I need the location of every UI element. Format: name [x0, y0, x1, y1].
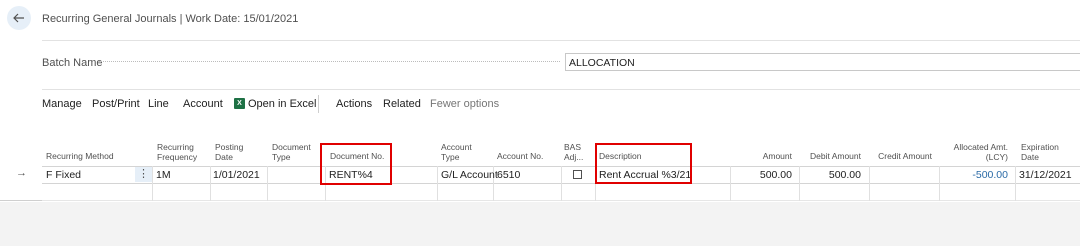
- highlight-box-document-no: [320, 143, 392, 185]
- col-header-line: Allocated Amt.: [953, 142, 1008, 152]
- grid-column-divider: [1015, 166, 1016, 201]
- col-header-allocated-amt[interactable]: Allocated Amt. (LCY): [940, 142, 1008, 162]
- col-header-line: Type: [441, 152, 460, 162]
- grid-column-divider: [561, 166, 562, 201]
- divider: [42, 89, 1080, 90]
- col-header-line: Recurring: [157, 142, 194, 152]
- back-button[interactable]: [7, 6, 31, 30]
- grid-column-divider: [210, 166, 211, 201]
- right-arrow-icon: →: [16, 167, 27, 179]
- col-header-line: Document: [272, 142, 311, 152]
- page-panel: Recurring General Journals | Work Date: …: [0, 0, 1080, 202]
- allocated-amt-cell[interactable]: -500.00: [940, 169, 1008, 181]
- grid-column-divider: [267, 166, 268, 201]
- col-header-expiration-date[interactable]: Expiration Date: [1021, 142, 1059, 162]
- highlight-box-description: [595, 143, 692, 184]
- col-header-line: Account: [441, 142, 472, 152]
- batch-name-label: Batch Name: [42, 57, 103, 69]
- col-header-account-type[interactable]: Account Type: [441, 142, 472, 162]
- grid-column-divider: [437, 166, 438, 201]
- more-options-icon[interactable]: ⋮: [135, 167, 152, 182]
- page-title: Recurring General Journals | Work Date: …: [42, 13, 299, 25]
- toolbar-separator: [318, 95, 319, 113]
- recurring-frequency-cell[interactable]: 1M: [156, 169, 171, 181]
- col-header-line: Date: [1021, 152, 1039, 162]
- col-header-line: Expiration: [1021, 142, 1059, 152]
- col-header-credit-amount[interactable]: Credit Amount: [870, 151, 932, 161]
- back-arrow-icon: [13, 13, 24, 23]
- col-header-recurring-method[interactable]: Recurring Method: [46, 151, 114, 161]
- post-print-menu[interactable]: Post/Print: [92, 98, 140, 110]
- recurring-method-cell[interactable]: F Fixed: [46, 169, 81, 181]
- col-header-bas-adj[interactable]: BAS Adj...: [564, 142, 583, 162]
- col-header-account-no[interactable]: Account No.: [497, 151, 543, 161]
- col-header-line: Adj...: [564, 152, 584, 162]
- col-header-debit-amount[interactable]: Debit Amount: [800, 151, 861, 161]
- col-header-document-type[interactable]: Document Type: [272, 142, 311, 162]
- fewer-options-button[interactable]: Fewer options: [430, 98, 499, 110]
- amount-cell[interactable]: 500.00: [730, 169, 792, 181]
- col-header-line: Frequency: [157, 152, 198, 162]
- open-in-excel-button[interactable]: Open in Excel: [248, 98, 316, 110]
- col-header-line: (LCY): [985, 152, 1008, 162]
- excel-icon: X: [234, 98, 245, 109]
- grid-column-divider: [869, 166, 870, 201]
- grid-column-divider: [152, 166, 153, 201]
- batch-name-input[interactable]: ALLOCATION: [565, 53, 1080, 71]
- col-header-recurring-frequency[interactable]: Recurring Frequency: [157, 142, 197, 162]
- bas-adj-checkbox[interactable]: [573, 170, 582, 179]
- expiration-date-cell[interactable]: 31/12/2021: [1019, 169, 1072, 181]
- col-header-line: Type: [272, 152, 291, 162]
- divider: [42, 40, 1080, 41]
- col-header-line: Date: [215, 152, 233, 162]
- field-leader-dots: [98, 61, 560, 62]
- col-header-line: BAS: [564, 142, 582, 152]
- actions-menu[interactable]: Actions: [336, 98, 372, 110]
- col-header-amount[interactable]: Amount: [730, 151, 792, 161]
- col-header-line: Posting: [215, 142, 244, 152]
- line-menu[interactable]: Line: [148, 98, 169, 110]
- posting-date-cell[interactable]: 1/01/2021: [213, 169, 260, 181]
- debit-amount-cell[interactable]: 500.00: [800, 169, 861, 181]
- account-menu[interactable]: Account: [183, 98, 223, 110]
- account-type-cell[interactable]: G/L Account: [441, 169, 498, 181]
- related-menu[interactable]: Related: [383, 98, 421, 110]
- grid-line: [0, 200, 42, 201]
- account-no-cell[interactable]: 6510: [497, 169, 520, 181]
- manage-menu[interactable]: Manage: [42, 98, 82, 110]
- col-header-posting-date[interactable]: Posting Date: [215, 142, 243, 162]
